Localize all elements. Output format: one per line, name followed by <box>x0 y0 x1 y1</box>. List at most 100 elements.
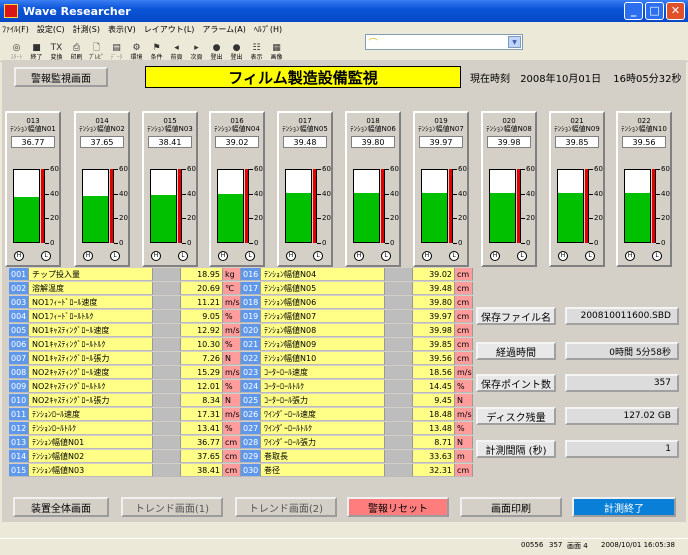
scale-label: 0 <box>254 239 259 247</box>
toolbar-button[interactable]: ◂ 前頁 <box>168 43 185 61</box>
toolbar-button[interactable]: ▤ ﾃﾞｰﾀ <box>108 43 125 61</box>
high-alarm-button[interactable]: H <box>83 251 93 261</box>
toolbar-button[interactable]: ⎙ 印刷 <box>68 43 85 61</box>
low-alarm-button[interactable]: L <box>585 251 595 261</box>
channel-value: 13.48 <box>413 422 455 435</box>
low-alarm-button[interactable]: L <box>313 251 323 261</box>
channel-trend-cell <box>385 268 413 281</box>
low-alarm-button[interactable]: L <box>110 251 120 261</box>
high-alarm-button[interactable]: H <box>558 251 568 261</box>
stop-measure-button[interactable]: 計測終了 <box>572 497 676 517</box>
low-alarm-button[interactable]: L <box>178 251 188 261</box>
toolbar-button[interactable]: ● 登出 <box>228 43 245 61</box>
scale-label: 60 <box>50 165 59 173</box>
file-info-value: 200810011600.SBD <box>565 307 679 325</box>
gauge-panel: 022 ﾃﾝｼｮﾝ幅値N10 39.56 60 40 20 0 H L <box>616 111 672 267</box>
low-alarm-button[interactable]: L <box>652 251 662 261</box>
low-alarm-button[interactable]: L <box>245 251 255 261</box>
high-alarm-button[interactable]: H <box>422 251 432 261</box>
gauge-panel: 016 ﾃﾝｼｮﾝ幅値N04 39.02 60 40 20 0 H L <box>209 111 265 267</box>
overall-screen-button[interactable]: 装置全体画面 <box>13 497 109 517</box>
trend2-button[interactable]: トレンド画面(2) <box>235 497 337 517</box>
high-alarm-button[interactable]: H <box>151 251 161 261</box>
channel-name: ﾃﾝｼｮﾝ幅値N03 <box>29 464 153 477</box>
channel-name: NO1ｷｬｽﾃｨﾝｸﾞﾛｰﾙ速度 <box>29 324 153 337</box>
channel-number: 015 <box>9 464 29 477</box>
high-alarm-button[interactable]: H <box>354 251 364 261</box>
trend1-button[interactable]: トレンド画面(1) <box>121 497 223 517</box>
alarm-monitor-button[interactable]: 警報監視画面 <box>14 67 108 87</box>
toolbar-button[interactable]: ▦ 画像 <box>268 43 285 61</box>
chevron-down-icon[interactable]: ▼ <box>508 36 521 48</box>
low-alarm-button[interactable]: L <box>517 251 527 261</box>
scale-label: 40 <box>458 190 467 198</box>
close-button[interactable]: ✕ <box>666 2 685 20</box>
menu-item[interactable]: 計測(S) <box>73 22 100 38</box>
table-row: 006 NO1ｷｬｽﾃｨﾝｸﾞﾛｰﾙﾄﾙｸ 10.30% <box>9 338 241 351</box>
channel-value: 38.41 <box>181 464 223 477</box>
channel-number: 022 <box>241 352 261 365</box>
toolbar-button[interactable]: ⚑ 条件 <box>148 43 165 61</box>
toolbar-button[interactable]: ● 登出 <box>208 43 225 61</box>
channel-value: 39.85 <box>413 338 455 351</box>
channel-trend-cell <box>385 296 413 309</box>
scale-label: 0 <box>390 239 395 247</box>
gauge-fill <box>422 193 447 242</box>
menu-item[interactable]: アラーム(A) <box>202 22 245 38</box>
toolbar-button[interactable]: ▸ 次頁 <box>188 43 205 61</box>
gauge-tube <box>150 169 177 243</box>
alarm-combo[interactable]: ⌒ ▼ <box>365 34 523 50</box>
minimize-button[interactable]: _ <box>624 2 643 20</box>
scale-tick <box>521 169 525 170</box>
toolbar-button[interactable]: ☷ 表示 <box>248 43 265 61</box>
gauge-fill <box>490 193 515 242</box>
channel-name: 巻径 <box>261 464 385 477</box>
low-alarm-button[interactable]: L <box>381 251 391 261</box>
scale-tick <box>521 194 525 195</box>
table-row: 018 ﾃﾝｼｮﾝ幅値N06 39.80 cm <box>241 296 473 309</box>
gauge-tube <box>217 169 244 243</box>
file-info-label: 保存ポイント数 <box>476 374 556 392</box>
toolbar-button[interactable]: TX 変換 <box>48 43 65 61</box>
high-alarm-button[interactable]: H <box>490 251 500 261</box>
start-icon: ◎ <box>12 43 21 53</box>
scale-tick <box>45 194 49 195</box>
scale-label: 20 <box>526 214 535 222</box>
channel-number: 017 <box>241 282 261 295</box>
scale-label: 60 <box>594 165 603 173</box>
channel-number: 002 <box>9 282 29 295</box>
channel-unit: N <box>223 394 241 407</box>
table-row: 007 NO1ｷｬｽﾃｨﾝｸﾞﾛｰﾙ張力 7.26 N <box>9 352 241 365</box>
channel-trend-cell <box>153 296 181 309</box>
menu-item[interactable]: ﾍﾙﾌﾟ(H) <box>254 22 282 38</box>
low-alarm-button[interactable]: L <box>449 251 459 261</box>
menu-item[interactable]: 表示(V) <box>108 22 136 38</box>
gauge-tube <box>489 169 516 243</box>
high-alarm-button[interactable]: H <box>218 251 228 261</box>
menu-item[interactable]: ﾌｧｲﾙ(F) <box>2 22 29 38</box>
high-alarm-button[interactable]: H <box>14 251 24 261</box>
high-alarm-button[interactable]: H <box>286 251 296 261</box>
maximize-button[interactable]: □ <box>645 2 664 20</box>
toolbar-button[interactable]: 🗋 ﾌﾟﾚﾋﾞ <box>88 43 105 61</box>
alarm-reset-button[interactable]: 警報リセット <box>347 497 449 517</box>
toolbar-button[interactable]: ◎ ｽﾀｰﾄ <box>8 43 25 61</box>
channel-number: 005 <box>9 324 29 337</box>
channel-number: 007 <box>9 352 29 365</box>
menu-item[interactable]: 設定(C) <box>37 22 65 38</box>
table-row: 028 ﾜｲﾝﾀﾞｰﾛｰﾙ張力 8.71 N <box>241 436 473 449</box>
channel-name: ﾃﾝｼｮﾝ幅値N06 <box>261 296 385 309</box>
menu-item[interactable]: レイアウト(L) <box>144 22 195 38</box>
low-alarm-button[interactable]: L <box>41 251 51 261</box>
gauge-scale: 60 40 20 0 <box>248 165 264 247</box>
toolbar-button[interactable]: ■ 終了 <box>28 43 45 61</box>
channel-unit: cm <box>455 268 473 281</box>
gauge-name: ﾃﾝｼｮﾝ幅値N05 <box>282 125 328 133</box>
channel-number: 008 <box>9 366 29 379</box>
toolbar-button[interactable]: ⚙ 環境 <box>128 43 145 61</box>
gauge-name: ﾃﾝｼｮﾝ幅値N06 <box>350 125 396 133</box>
scale-label: 40 <box>254 190 263 198</box>
high-alarm-button[interactable]: H <box>625 251 635 261</box>
print-screen-button[interactable]: 画面印刷 <box>460 497 562 517</box>
channel-number: 016 <box>241 268 261 281</box>
